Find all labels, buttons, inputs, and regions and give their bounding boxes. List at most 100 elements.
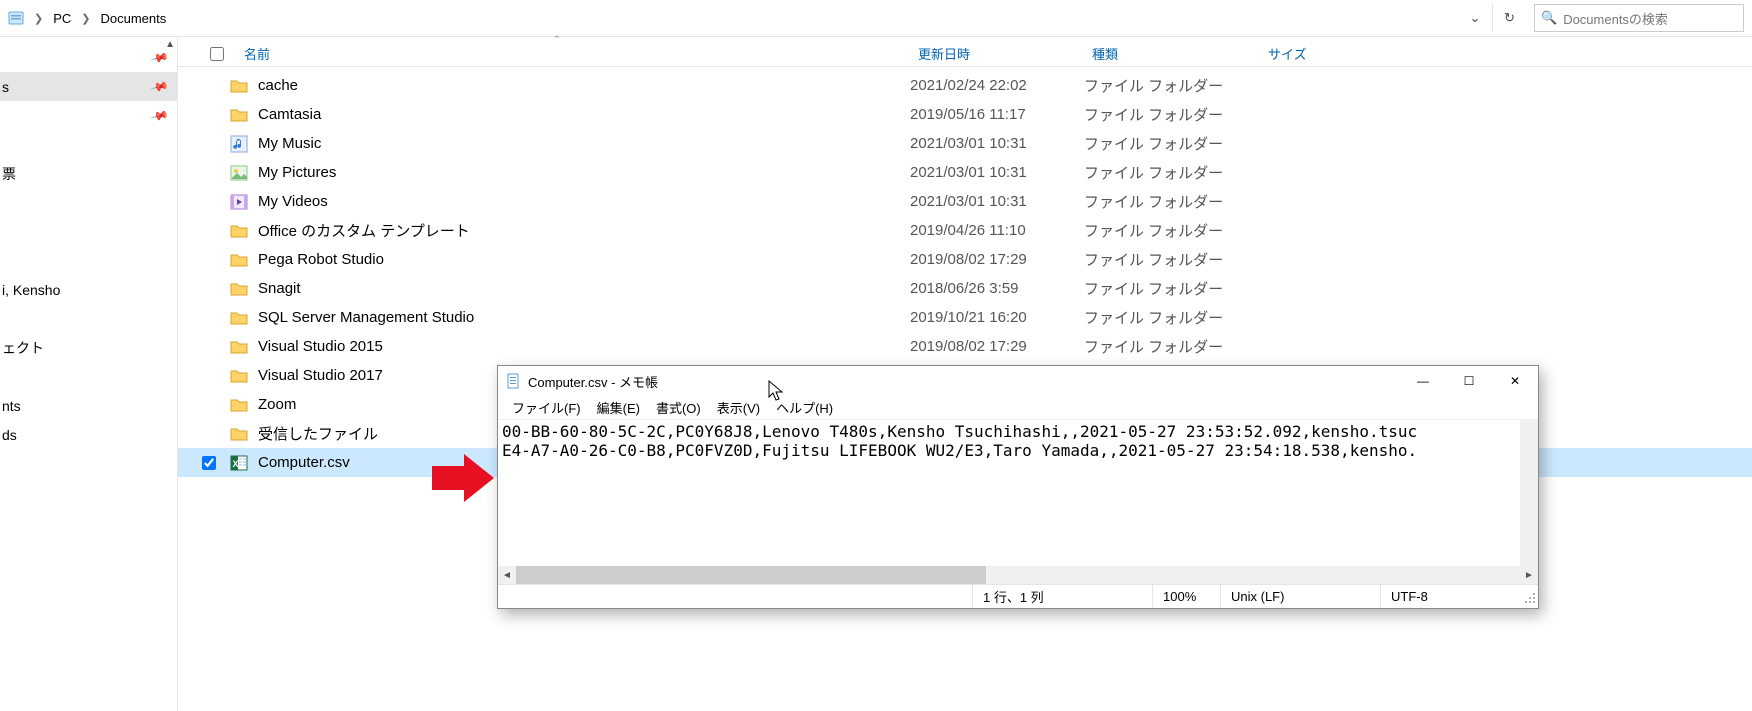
file-row[interactable]: SQL Server Management Studio 2019/10/21 1…: [178, 303, 1752, 332]
file-row[interactable]: Camtasia2019/05/16 11:17ファイル フォルダー: [178, 100, 1752, 129]
file-row[interactable]: My Pictures 2021/03/01 10:31ファイル フォルダー: [178, 158, 1752, 187]
file-row[interactable]: Visual Studio 20152019/08/02 17:29ファイル フ…: [178, 332, 1752, 361]
minimize-button[interactable]: —: [1400, 366, 1446, 396]
file-name: Office のカスタム テンプレート: [258, 220, 470, 241]
search-input[interactable]: 🔍 Documentsの検索: [1534, 4, 1744, 32]
breadcrumb-item[interactable]: Documents: [95, 4, 173, 32]
sidebar-item[interactable]: 票: [0, 159, 177, 188]
file-row[interactable]: Pega Robot Studio2019/08/02 17:29ファイル フォ…: [178, 245, 1752, 274]
file-name: Computer.csv: [258, 454, 350, 471]
file-row[interactable]: Office のカスタム テンプレート2019/04/26 11:10ファイル …: [178, 216, 1752, 245]
column-header-date[interactable]: 更新日時: [910, 44, 1084, 63]
pin-icon: 📌: [150, 77, 170, 97]
file-row[interactable]: Snagit2018/06/26 3:59ファイル フォルダー: [178, 274, 1752, 303]
sidebar-item[interactable]: [0, 188, 177, 217]
file-name: My Videos: [258, 193, 328, 210]
breadcrumb-item[interactable]: PC: [47, 4, 77, 32]
column-header-type[interactable]: 種類: [1084, 44, 1260, 63]
sidebar-item[interactable]: 📌: [0, 43, 177, 72]
annotation-arrow: [432, 454, 494, 502]
file-type: ファイル フォルダー: [1084, 307, 1260, 328]
status-blank: [498, 585, 972, 608]
sidebar-item[interactable]: [0, 217, 177, 246]
file-type: ファイル フォルダー: [1084, 133, 1260, 154]
status-cursor: 1 行、1 列: [972, 585, 1152, 608]
file-name: 受信したファイル: [258, 423, 378, 444]
file-row[interactable]: My Music2021/03/01 10:31ファイル フォルダー: [178, 129, 1752, 158]
sidebar-item-label: ェクト: [2, 338, 44, 358]
status-eol: Unix (LF): [1220, 585, 1380, 608]
address-bar: ❯ PC ❯ Documents ⌄ ↻ 🔍 Documentsの検索: [0, 0, 1752, 37]
menu-file[interactable]: ファイル(F): [504, 396, 589, 419]
pin-icon: 📌: [150, 48, 170, 68]
file-date: 2021/03/01 10:31: [910, 193, 1084, 210]
file-type: ファイル フォルダー: [1084, 75, 1260, 96]
file-date: 2019/08/02 17:29: [910, 251, 1084, 268]
notepad-window: Computer.csv - メモ帳 — ☐ ✕ ファイル(F) 編集(E) 書…: [497, 365, 1539, 609]
menu-view[interactable]: 表示(V): [709, 396, 768, 419]
scroll-right-arrow[interactable]: ►: [1520, 566, 1538, 584]
column-header-row: 名前 ⌃ 更新日時 種類 サイズ: [178, 37, 1752, 67]
folder-icon: [230, 251, 248, 269]
sidebar-item-label: 票: [2, 164, 16, 184]
svg-text:X: X: [233, 459, 239, 469]
file-name: My Pictures: [258, 164, 336, 181]
folder-icon: [230, 77, 248, 95]
maximize-button[interactable]: ☐: [1446, 366, 1492, 396]
sidebar-item-label: ds: [2, 427, 17, 443]
sidebar-item[interactable]: 📌: [0, 101, 177, 130]
file-date: 2019/05/16 11:17: [910, 106, 1084, 123]
file-date: 2018/06/26 3:59: [910, 280, 1084, 297]
sidebar-item[interactable]: ds: [0, 420, 177, 449]
row-checkbox[interactable]: [202, 456, 216, 470]
file-type: ファイル フォルダー: [1084, 162, 1260, 183]
notepad-titlebar[interactable]: Computer.csv - メモ帳 — ☐ ✕: [498, 366, 1538, 396]
status-zoom: 100%: [1152, 585, 1220, 608]
sidebar-item[interactable]: i, Kensho: [0, 275, 177, 304]
documents-icon: [8, 10, 24, 26]
folder-icon: [230, 106, 248, 124]
file-type: ファイル フォルダー: [1084, 104, 1260, 125]
column-header-size[interactable]: サイズ: [1260, 44, 1380, 63]
chevron-right-icon[interactable]: ❯: [30, 12, 47, 25]
file-name: Snagit: [258, 280, 301, 297]
sidebar-item[interactable]: [0, 246, 177, 275]
file-type: ファイル フォルダー: [1084, 336, 1260, 357]
menu-help[interactable]: ヘルプ(H): [768, 396, 841, 419]
sidebar-item[interactable]: ェクト: [0, 333, 177, 362]
select-all-checkbox[interactable]: [210, 47, 224, 61]
notepad-title: Computer.csv - メモ帳: [528, 372, 658, 391]
sidebar-item[interactable]: s📌: [0, 72, 177, 101]
folder-icon: [230, 367, 248, 385]
file-name: Pega Robot Studio: [258, 251, 384, 268]
file-row[interactable]: cache2021/02/24 22:02ファイル フォルダー: [178, 71, 1752, 100]
chevron-right-icon[interactable]: ❯: [77, 12, 94, 25]
horizontal-scrollbar[interactable]: ◄ ►: [498, 566, 1538, 584]
notepad-menubar: ファイル(F) 編集(E) 書式(O) 表示(V) ヘルプ(H): [498, 396, 1538, 420]
close-button[interactable]: ✕: [1492, 366, 1538, 396]
column-header-name[interactable]: 名前 ⌃: [178, 44, 910, 63]
notepad-icon: [506, 373, 522, 389]
file-date: 2021/02/24 22:02: [910, 77, 1084, 94]
sidebar-item-label: nts: [2, 398, 21, 414]
file-date: 2021/03/01 10:31: [910, 164, 1084, 181]
address-dropdown[interactable]: ⌄: [1458, 4, 1492, 32]
sidebar-item[interactable]: [0, 304, 177, 333]
file-name: Zoom: [258, 396, 296, 413]
sidebar-item[interactable]: [0, 130, 177, 159]
refresh-button[interactable]: ↻: [1492, 4, 1526, 32]
scroll-left-arrow[interactable]: ◄: [498, 566, 516, 584]
file-name: My Music: [258, 135, 321, 152]
sidebar-item[interactable]: [0, 362, 177, 391]
scrollbar-thumb[interactable]: [516, 566, 986, 584]
menu-edit[interactable]: 編集(E): [589, 396, 648, 419]
file-name: SQL Server Management Studio: [258, 309, 474, 326]
notepad-textarea[interactable]: 00-BB-60-80-5C-2C,PC0Y68J8,Lenovo T480s,…: [498, 420, 1538, 566]
sidebar-item[interactable]: nts: [0, 391, 177, 420]
menu-format[interactable]: 書式(O): [648, 396, 709, 419]
file-name: Visual Studio 2015: [258, 338, 383, 355]
file-date: 2019/10/21 16:20: [910, 309, 1084, 326]
file-row[interactable]: My Videos2021/03/01 10:31ファイル フォルダー: [178, 187, 1752, 216]
folder-icon: [230, 338, 248, 356]
resize-grip[interactable]: [1520, 588, 1538, 606]
